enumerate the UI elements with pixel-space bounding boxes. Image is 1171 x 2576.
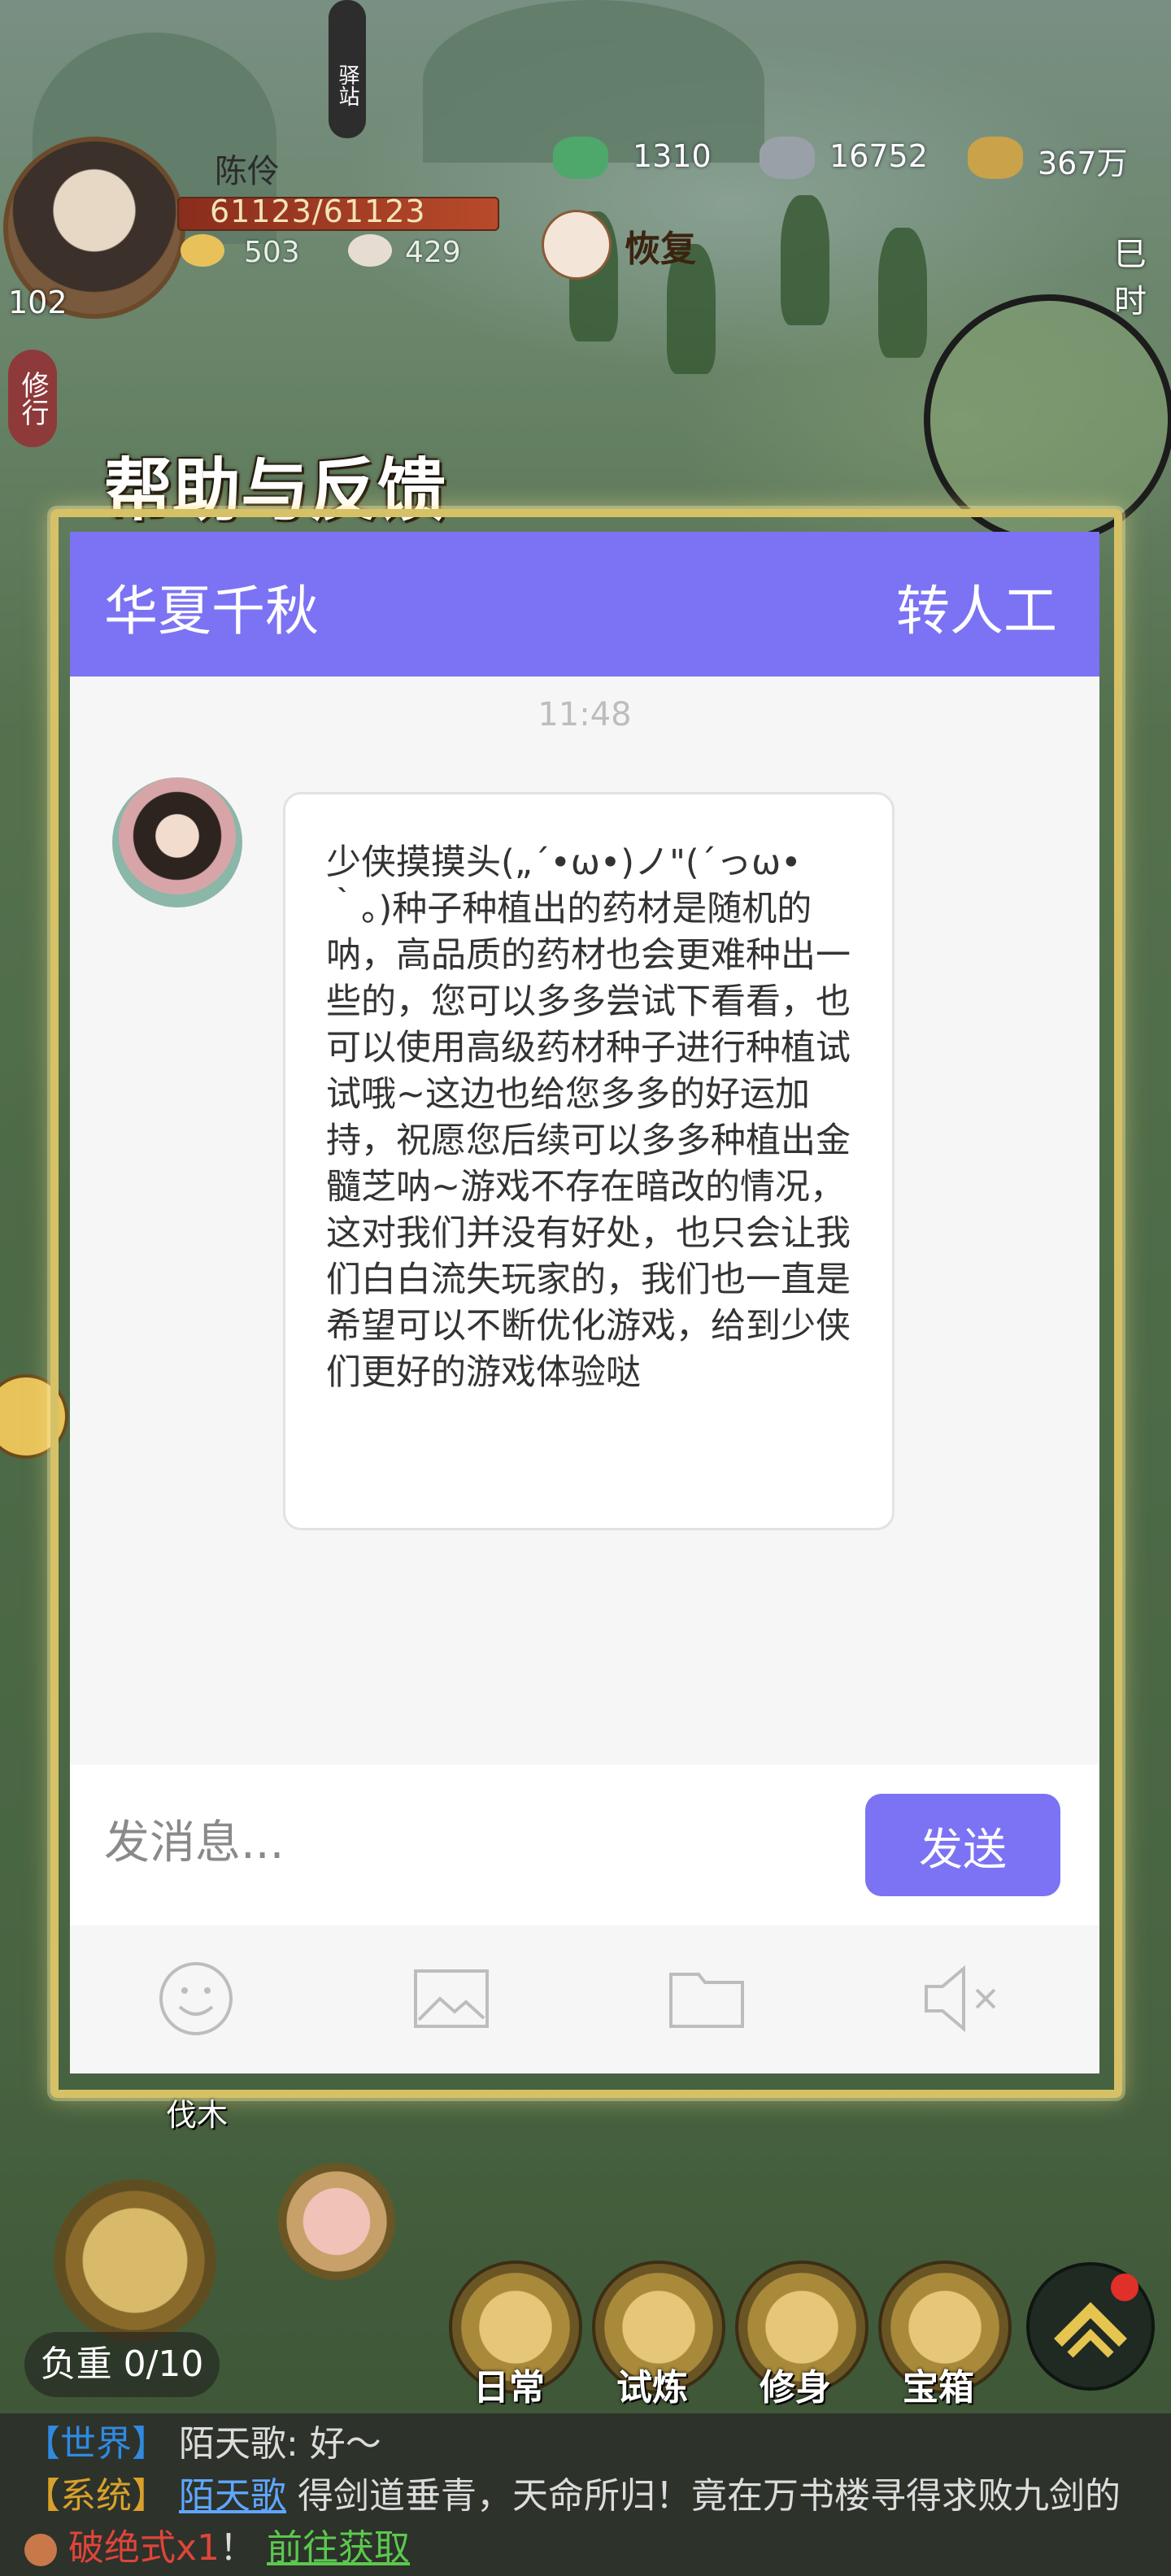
player-name: 陈伶 (215, 153, 280, 190)
chat-item-name: 破绝式x1 (68, 2527, 220, 2569)
chat-message: 陌天歌: 好～ (179, 2423, 381, 2465)
message-input[interactable] (102, 1797, 838, 1888)
resource-food: 503 (244, 236, 300, 269)
folder-icon[interactable] (662, 1958, 751, 2039)
cultivate-self-button[interactable]: 修身 (760, 2358, 831, 2410)
restore-icon[interactable] (542, 210, 612, 280)
restore-label[interactable]: 恢复 (625, 220, 696, 272)
minimap[interactable] (924, 294, 1171, 545)
resource-bun: 429 (405, 236, 461, 269)
chat-channel-world: 【世界】 (24, 2423, 168, 2465)
silver-icon[interactable] (760, 137, 815, 179)
daily-button[interactable]: 日常 (473, 2358, 545, 2410)
chat-toolbar (70, 1925, 1099, 2073)
world-chat[interactable]: 【世界】 陌天歌: 好～ 【系统】 陌天歌 得剑道垂青，天命所归！竟在万书楼寻得… (0, 2413, 1171, 2576)
mute-icon[interactable] (917, 1958, 1007, 2039)
treasure-chest-button[interactable]: 宝箱 (903, 2358, 974, 2410)
item-icon (24, 2534, 57, 2566)
help-feedback-dialog: 华夏千秋 转人工 11:48 少侠摸摸头(„´•ω•)ノ"(´っω•｀。)种子种… (70, 532, 1099, 2073)
message-timestamp: 11:48 (538, 696, 632, 733)
jade-icon[interactable] (553, 137, 608, 179)
go-obtain-link[interactable]: 前往获取 (267, 2527, 410, 2569)
currency-jade: 1310 (633, 138, 712, 174)
station-tag[interactable]: 驿站 (329, 0, 366, 138)
cart-icon[interactable] (54, 2179, 216, 2342)
player-level: 102 (8, 285, 67, 320)
gold-icon[interactable] (968, 137, 1023, 179)
send-button[interactable]: 发送 (865, 1794, 1060, 1896)
chat-exclamation: ！ (220, 2527, 256, 2569)
chat-message: 得剑道垂青，天命所归！竟在万书楼寻得求败九剑的 (298, 2475, 1121, 2517)
chat-header-title: 华夏千秋 (104, 580, 319, 642)
cultivate-button[interactable]: 修行 (8, 350, 57, 447)
time-label: 巳时 (1114, 236, 1147, 320)
chat-header: 华夏千秋 转人工 (70, 532, 1099, 677)
notification-dot (1111, 2274, 1138, 2301)
chat-channel-system: 【系统】 (24, 2475, 168, 2517)
bun-icon (348, 234, 392, 267)
emoji-icon[interactable] (151, 1958, 241, 2039)
tree-chop-label: 伐木 (166, 2097, 229, 2133)
food-icon (181, 234, 224, 267)
pet-pig-icon[interactable] (278, 2163, 395, 2280)
trial-button[interactable]: 试炼 (616, 2358, 688, 2410)
hp-value: 61123/61123 (210, 194, 426, 229)
agent-avatar (112, 777, 242, 907)
chat-player-link[interactable]: 陌天歌 (179, 2475, 286, 2517)
load-capacity: 负重 0/10 (24, 2332, 220, 2397)
message-input-bar: 发送 (70, 1764, 1099, 1925)
image-icon[interactable] (407, 1958, 496, 2039)
transfer-to-human-button[interactable]: 转人工 (896, 568, 1057, 646)
message-bubble: 少侠摸摸头(„´•ω•)ノ"(´っω•｀。)种子种植出的药材是随机的呐，高品质的… (283, 792, 895, 1530)
currency-gold: 367万 (1038, 146, 1128, 181)
currency-silver: 16752 (829, 138, 928, 174)
